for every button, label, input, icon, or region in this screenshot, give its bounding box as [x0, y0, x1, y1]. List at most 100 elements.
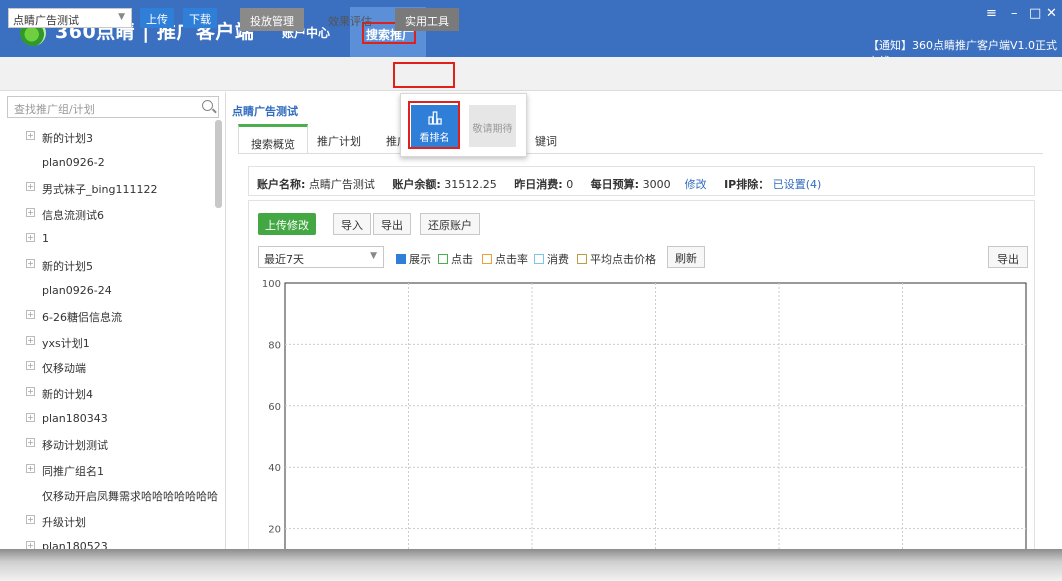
highlight-box [408, 101, 460, 149]
date-range-select[interactable]: 最近7天 ▼ [258, 246, 384, 268]
chevron-down-icon: ▼ [118, 12, 125, 22]
y-tick-label: 40 [268, 463, 281, 474]
search-placeholder: 查找推广组/计划 [14, 103, 95, 116]
legend-label: 平均点击价格 [590, 253, 656, 266]
daily-budget-label: 每日预算: [590, 178, 640, 191]
download-button[interactable]: 下载 [183, 8, 217, 28]
tree-item-label: 新的计划3 [42, 132, 93, 145]
daily-budget-value: 3000 [642, 178, 671, 191]
tree-item[interactable]: + yxs计划1 [0, 329, 215, 354]
tree-item[interactable]: + 同推广组名1 [0, 457, 215, 482]
toolbar [0, 57, 1062, 91]
legend-item[interactable]: 点击率 [482, 251, 528, 267]
y-tick-label: 100 [262, 279, 281, 290]
tree-item-label: 升级计划 [42, 516, 86, 529]
tree-item-label: 新的计划5 [42, 260, 93, 273]
tab-promotion-plan[interactable]: 推广计划 [305, 124, 373, 154]
balance-value: 31512.25 [444, 178, 497, 191]
expand-icon[interactable]: + [26, 182, 35, 192]
refresh-button[interactable]: 刷新 [667, 246, 705, 268]
account-name-value: 点睛广告测试 [308, 178, 375, 191]
ip-exclude-link[interactable]: 已设置(4) [773, 178, 822, 191]
sidebar-scrollbar[interactable] [215, 120, 222, 208]
legend-label: 点击率 [495, 253, 528, 266]
tree-item[interactable]: plan0926-2 [0, 150, 215, 175]
sidebar-search-input[interactable]: 查找推广组/计划 [7, 96, 219, 118]
expand-icon[interactable]: + [26, 259, 35, 268]
import-button[interactable]: 导入 [333, 213, 371, 235]
account-select-value: 点睛广告测试 [13, 14, 79, 27]
tab-keywords[interactable]: 键词 [523, 124, 569, 154]
checkbox-icon[interactable] [396, 254, 406, 264]
tree-item[interactable]: + 移动计划测试 [0, 431, 215, 456]
tree-item[interactable]: + 升级计划 [0, 508, 215, 533]
tree-item-label: plan0926-2 [42, 155, 105, 169]
yesterday-cost-value: 0 [566, 178, 574, 191]
tree-item[interactable]: + 新的计划3 [0, 124, 215, 149]
checkbox-icon[interactable] [482, 254, 492, 264]
tree-item-label: plan180343 [42, 411, 108, 425]
legend-label: 点击 [451, 253, 473, 266]
minimize-icon[interactable]: – [1011, 6, 1018, 21]
expand-icon[interactable]: + [26, 131, 35, 140]
legend-label: 展示 [409, 253, 431, 266]
account-select[interactable]: 点睛广告测试 ▼ [8, 8, 132, 28]
y-tick-label: 60 [268, 402, 281, 413]
tab-search-overview[interactable]: 搜索概览 [238, 124, 308, 154]
checkbox-icon[interactable] [534, 254, 544, 264]
tree-item[interactable]: + 仅移动端 [0, 354, 215, 379]
expand-icon[interactable]: + [26, 515, 35, 524]
y-tick-label: 80 [268, 340, 281, 351]
bottom-fade [0, 549, 1062, 581]
modify-budget-link[interactable]: 修改 [685, 178, 707, 191]
tab-delivery-management[interactable]: 投放管理 [240, 8, 304, 31]
expand-icon[interactable]: + [26, 412, 35, 422]
legend-label: 消费 [547, 253, 569, 266]
tree-item[interactable]: + 新的计划4 [0, 380, 215, 405]
y-tick-label: 20 [268, 525, 281, 536]
expand-icon[interactable]: + [26, 438, 35, 448]
date-range-value: 最近7天 [264, 253, 304, 266]
search-icon[interactable] [202, 100, 213, 111]
expand-icon[interactable]: + [26, 335, 35, 345]
tree-item[interactable]: + 新的计划5 [0, 252, 215, 277]
close-icon[interactable]: ✕ [1046, 6, 1057, 21]
tree-item[interactable]: +6-26糖侣信息流 [0, 303, 215, 328]
account-name-label: 账户名称: [257, 178, 306, 191]
balance-label: 账户余额: [392, 178, 441, 191]
legend-item[interactable]: 点击 [438, 251, 473, 267]
highlight-box [393, 62, 455, 88]
tree-item-label: 信息流测试6 [42, 208, 104, 222]
upload-changes-button[interactable]: 上传修改 [258, 213, 316, 235]
export-button[interactable]: 导出 [373, 213, 411, 235]
tree-item[interactable]: + plan180343 [0, 406, 215, 431]
legend-item[interactable]: 平均点击价格 [577, 251, 656, 267]
tree-item-label: plan0926-24 [42, 283, 112, 297]
maximize-icon[interactable]: □ [1029, 6, 1041, 21]
tree-item[interactable]: +1 [0, 226, 215, 251]
expand-icon[interactable]: + [26, 387, 35, 396]
tree-item[interactable]: 仅移动开启凤舞需求哈哈哈哈哈哈哈 [0, 482, 218, 507]
tree-item-label: 1 [42, 232, 49, 246]
ip-exclude-label: IP排除： [724, 178, 770, 191]
chart-export-button[interactable]: 导出 [988, 246, 1028, 268]
tree-item-label: 仅移动开启凤舞需求哈哈哈哈哈哈哈 [42, 490, 218, 504]
expand-icon[interactable]: + [26, 310, 35, 320]
expand-icon[interactable]: + [26, 207, 35, 217]
expand-icon[interactable]: + [26, 233, 35, 243]
tree-item[interactable]: plan0926-24 [0, 278, 215, 303]
checkbox-icon[interactable] [577, 254, 587, 264]
tree-item[interactable]: + 信息流测试6 [0, 201, 215, 226]
legend-item[interactable]: 展示 [396, 251, 431, 267]
menu-icon[interactable]: ≡ [986, 6, 997, 21]
restore-account-button[interactable]: 还原账户 [420, 213, 480, 235]
expand-icon[interactable]: + [26, 361, 35, 371]
checkbox-icon[interactable] [438, 254, 448, 264]
expand-icon[interactable]: + [26, 463, 35, 473]
coming-soon-label: 敬请期待 [472, 124, 513, 135]
tree-item[interactable]: + 男式袜子_bing111122 [0, 175, 215, 200]
tab-utility-tools[interactable]: 实用工具 [395, 8, 459, 31]
tab-effect-evaluation[interactable]: 效果评估 [318, 8, 382, 31]
legend-item[interactable]: 消费 [534, 251, 569, 267]
upload-button[interactable]: 上传 [140, 8, 174, 28]
